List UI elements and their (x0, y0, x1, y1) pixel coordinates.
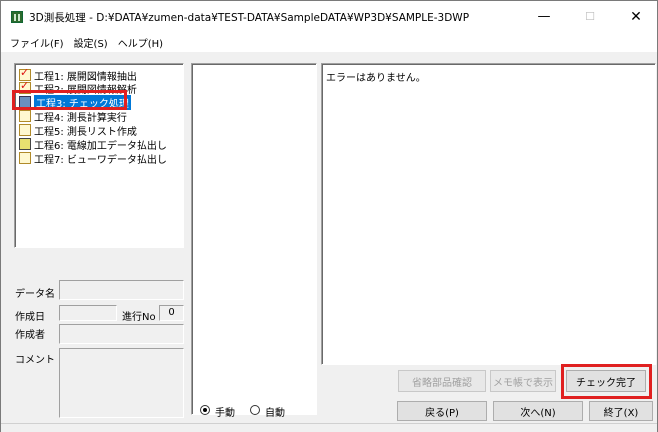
maximize-button[interactable]: ☐ (567, 1, 613, 32)
step-label: 工程4: 測長計算実行 (34, 112, 127, 124)
finish-button[interactable]: 終了(X) (589, 401, 653, 421)
step-label: 工程2: 展開図情報解析 (34, 84, 137, 96)
doc-icon (19, 152, 31, 164)
doc-icon (19, 138, 31, 150)
minimize-button[interactable]: — (521, 1, 567, 32)
back-button[interactable]: 戻る(P) (397, 401, 487, 421)
file-list[interactable] (191, 63, 317, 415)
app-icon (11, 11, 23, 23)
step-item-2[interactable]: 工程2: 展開図情報解析 (19, 79, 137, 96)
confirm-omitted-button[interactable]: 省略部品確認 (398, 370, 486, 392)
active-doc-icon (19, 96, 31, 108)
next-button[interactable]: 次へ(N) (493, 401, 583, 421)
progress-no-field: 0 (159, 305, 184, 321)
status-bar (1, 423, 657, 432)
step-label: 工程6: 電線加工データ払出し (34, 140, 167, 152)
menu-help[interactable]: ヘルプ(H) (113, 32, 168, 52)
window-title: 3D測長処理 - D:¥DATA¥zumen-data¥TEST-DATA¥Sa… (29, 12, 470, 24)
data-name-label: データ名 (15, 289, 55, 300)
check-complete-button[interactable]: チェック完了 (566, 370, 646, 392)
comment-label: コメント (15, 355, 55, 366)
step-item-4[interactable]: 工程4: 測長計算実行 (19, 109, 127, 124)
step-label: 工程7: ビューワデータ払出し (34, 154, 167, 166)
auto-radio[interactable] (250, 405, 260, 415)
data-name-field (59, 280, 184, 300)
author-field (59, 324, 184, 344)
manual-label: 手動 (215, 408, 235, 419)
doc-icon (19, 124, 31, 136)
manual-radio[interactable] (200, 405, 210, 415)
step-item-5[interactable]: 工程5: 測長リスト作成 (19, 123, 137, 138)
show-notepad-button[interactable]: メモ帳で表示 (490, 370, 556, 392)
menu-bar: ファイル(F) 設定(S) ヘルプ(H) (1, 32, 657, 52)
message-area[interactable]: エラーはありません。 (321, 63, 656, 365)
check-doc-icon (19, 79, 31, 94)
author-label: 作成者 (15, 330, 45, 341)
progress-no-label: 進行No (122, 312, 156, 323)
created-date-field (59, 305, 117, 321)
step-label: 工程3: チェック処理 (34, 94, 131, 110)
step-item-3[interactable]: 工程3: チェック処理 (19, 94, 131, 110)
step-list[interactable]: 工程1: 展開図情報抽出 工程2: 展開図情報解析 工程3: チェック処理 工程… (14, 63, 184, 248)
comment-field (59, 348, 184, 418)
title-bar: 3D測長処理 - D:¥DATA¥zumen-data¥TEST-DATA¥Sa… (1, 1, 657, 32)
step-item-6[interactable]: 工程6: 電線加工データ払出し (19, 137, 167, 152)
doc-icon (19, 110, 31, 122)
step-label: 工程5: 測長リスト作成 (34, 126, 137, 138)
message-text: エラーはありません。 (326, 73, 426, 84)
close-button[interactable]: ✕ (613, 1, 658, 32)
menu-settings[interactable]: 設定(S) (69, 32, 113, 52)
auto-label: 自動 (265, 408, 285, 419)
menu-file[interactable]: ファイル(F) (5, 32, 69, 52)
main-window: 3D測長処理 - D:¥DATA¥zumen-data¥TEST-DATA¥Sa… (0, 0, 658, 432)
created-date-label: 作成日 (15, 312, 45, 323)
step-item-7[interactable]: 工程7: ビューワデータ払出し (19, 151, 167, 166)
